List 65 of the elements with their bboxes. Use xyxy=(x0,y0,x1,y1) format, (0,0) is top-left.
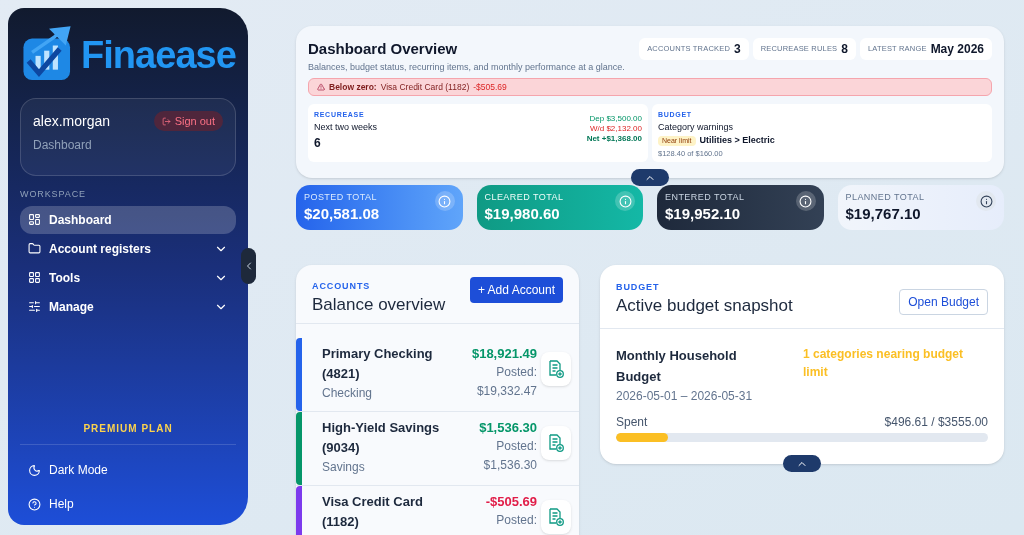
collapse-button[interactable] xyxy=(783,455,821,472)
posted-label: Posted: xyxy=(496,438,537,455)
document-plus-icon xyxy=(548,434,564,452)
account-row[interactable]: High-Yield Savings (9034) Savings $1,536.30 Posted: $1,536.30 xyxy=(296,412,579,486)
nav-item[interactable]: Tools xyxy=(20,263,236,292)
account-type: Checking xyxy=(322,385,374,402)
section-eyebrow: BUDGET xyxy=(616,281,661,294)
add-transaction-button[interactable] xyxy=(541,352,571,386)
section-eyebrow: ACCOUNTS xyxy=(312,280,372,294)
document-plus-icon xyxy=(548,508,564,526)
budget-name: Monthly Household Budget xyxy=(616,346,738,386)
account-row[interactable]: Visa Credit Card (1182) -$505.69 Posted: xyxy=(296,486,579,535)
collapse-button[interactable] xyxy=(241,248,256,284)
account-row[interactable]: Primary Checking (4821) Checking $18,921.49 Posted: $19,332.47 xyxy=(296,338,579,412)
spent-label: Spent xyxy=(616,413,648,431)
collapse-button[interactable] xyxy=(631,169,669,186)
card-title: Active budget snapshot xyxy=(616,294,793,316)
nav-item[interactable]: Dashboard xyxy=(20,205,236,234)
posted-amount: $19,332.47 xyxy=(476,383,537,400)
help-icon xyxy=(28,497,41,511)
total-card: POSTED TOTAL $20,581.08 xyxy=(296,185,463,230)
sliders-icon xyxy=(28,300,41,313)
plan-label: PREMIUM PLAN xyxy=(82,422,174,436)
account-name: High-Yield Savings (9034) xyxy=(322,419,441,457)
add-transaction-button[interactable] xyxy=(541,500,571,534)
total-card: CLEARED TOTAL $19,980.60 xyxy=(476,185,643,230)
section-label: WORKSPACE xyxy=(19,188,87,201)
sign-out-button[interactable]: Sign out xyxy=(153,111,223,131)
logo-text: Finaease xyxy=(80,36,236,74)
dashboard-icon xyxy=(28,213,41,226)
posted-label: Posted: xyxy=(496,512,537,529)
account-name: Visa Credit Card (1182) xyxy=(322,493,424,531)
posted-amount: $1,536.30 xyxy=(483,457,537,474)
overview-title: Dashboard Overview xyxy=(308,39,459,59)
folder-icon xyxy=(28,242,41,255)
grid-icon xyxy=(28,271,41,284)
sidebar-link[interactable]: Dark Mode xyxy=(28,461,228,479)
budget-warning: 1 categories nearing budget limit xyxy=(803,345,965,381)
account-balance: $1,536.30 xyxy=(479,419,537,437)
total-card: PLANNED TOTAL $19,767.10 xyxy=(837,185,1004,230)
sidebar-link[interactable]: Help xyxy=(28,495,228,513)
document-plus-icon xyxy=(548,360,564,378)
nav-item[interactable]: Account registers xyxy=(20,234,236,263)
add-transaction-button[interactable] xyxy=(541,426,571,460)
open-budget-button[interactable]: Open Budget xyxy=(899,289,988,315)
total-card: ENTERED TOTAL $19,952.10 xyxy=(657,185,824,230)
sign-out-icon xyxy=(161,116,171,126)
current-page: Dashboard xyxy=(33,137,93,154)
account-name: Primary Checking (4821) xyxy=(322,345,434,383)
account-type: Savings xyxy=(322,459,366,476)
add-account-button[interactable]: + Add Account xyxy=(469,277,563,303)
budget-dates: 2026-05-01 – 2026-05-31 xyxy=(616,387,754,405)
info-icon[interactable] xyxy=(976,191,996,211)
info-icon[interactable] xyxy=(795,191,816,211)
card-title: Balance overview xyxy=(312,293,446,315)
spent-amount: $496.61 / $3555.00 xyxy=(884,413,988,431)
alert-banner: Below zero: Visa Credit Card (1182) -$505.69 xyxy=(308,78,992,96)
overview-subtitle: Balances, budget status, recurring items, and monthly performance at a glance. xyxy=(308,60,625,74)
posted-label: Posted: xyxy=(496,364,537,381)
username: alex.morgan xyxy=(33,112,111,131)
account-balance: -$505.69 xyxy=(485,493,537,511)
moon-icon xyxy=(28,463,41,477)
warning-icon xyxy=(317,83,325,91)
nav-item[interactable]: Manage xyxy=(20,292,236,321)
account-balance: $18,921.49 xyxy=(471,345,537,363)
